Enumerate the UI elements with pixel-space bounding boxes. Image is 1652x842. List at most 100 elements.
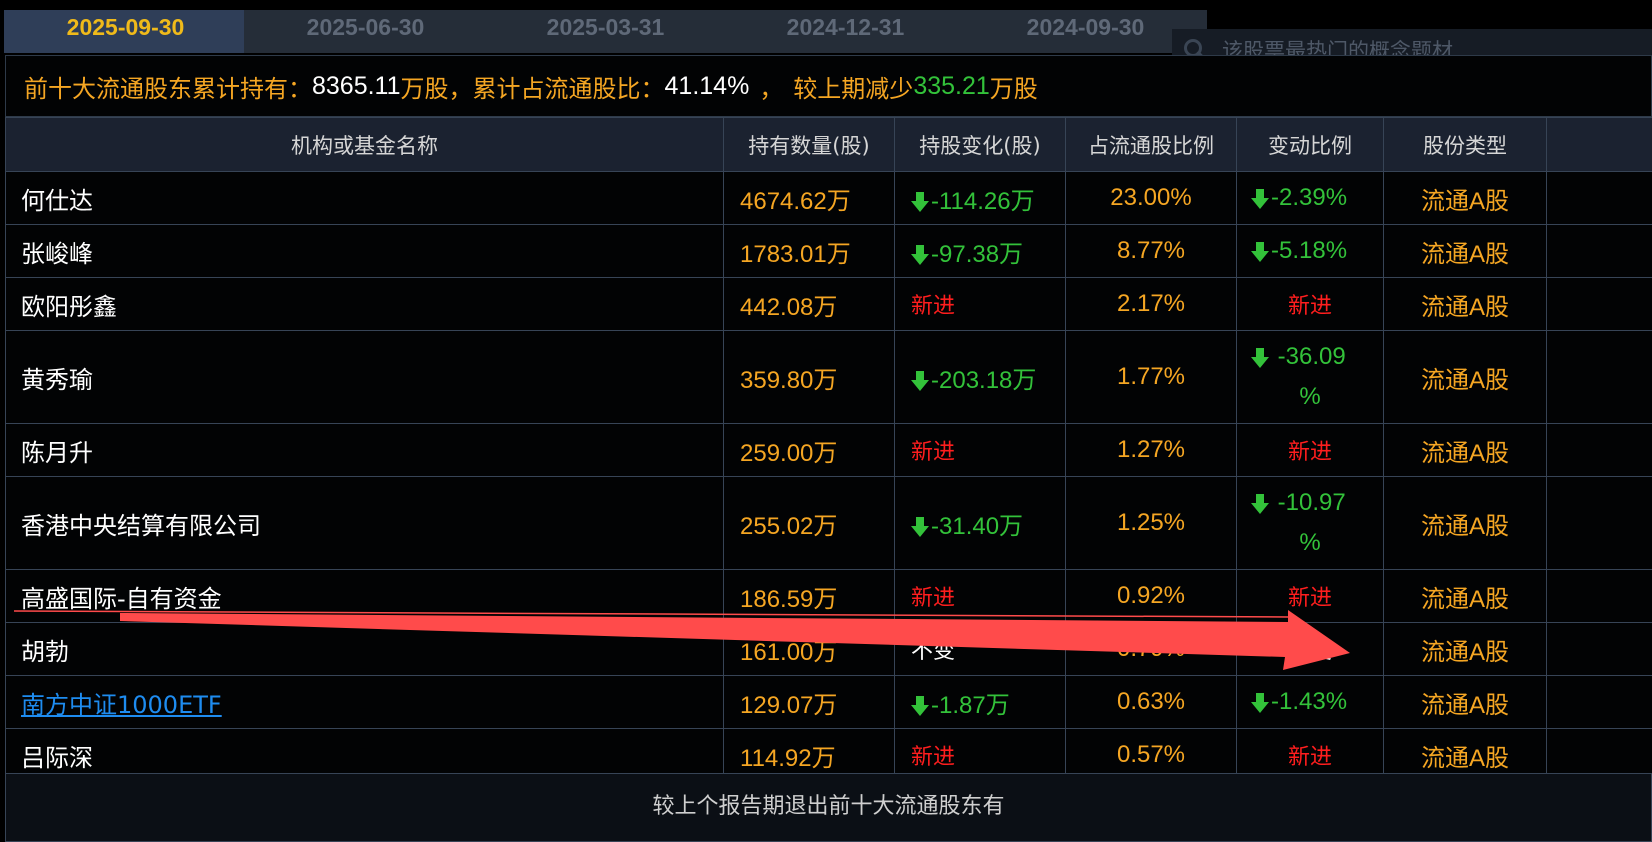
extra-cell [1546,476,1652,570]
holding-quantity: 259.00万 [723,423,895,477]
column-header-extra [1546,117,1652,172]
holder-name-cell[interactable]: 南方中证1000ETF [5,675,724,729]
share-type: 流通A股 [1383,171,1547,225]
change-label: 较上期减少 [793,74,914,103]
tab-2025-09-30[interactable]: 2025-09-30 [4,10,247,53]
holding-change-value: 不变 [911,639,956,664]
down-arrow-icon [1251,688,1271,715]
column-header-share-type: 股份类型 [1383,117,1547,172]
holding-change: -31.40万 [894,476,1066,570]
holding-change-value: -31.40万 [931,512,1024,540]
down-arrow-icon [1251,184,1271,211]
share-type: 流通A股 [1383,476,1547,570]
holder-name-cell: 欧阳彤鑫 [5,277,724,331]
holding-quantity: 161.00万 [723,622,895,676]
float-share-ratio: 1.27% [1065,423,1237,477]
extra-cell [1546,277,1652,331]
holder-name: 香港中央结算有限公司 [21,511,261,540]
holding-change: 不变 [894,622,1066,676]
holder-name-cell: 张峻峰 [5,224,724,278]
holding-change: -1.87万 [894,675,1066,729]
share-type: 流通A股 [1383,423,1547,477]
top-ten-holders-table: 机构或基金名称 持有数量(股) 持股变化(股) 占流通股比例 变动比例 股份类型… [5,117,1652,782]
column-header-quantity: 持有数量(股) [723,117,895,172]
holding-quantity: 4674.62万 [723,171,895,225]
share-type: 流通A股 [1383,330,1547,424]
change-ratio: -2.39% [1236,171,1384,225]
extra-cell [1546,675,1652,729]
holder-name: 何仕达 [21,186,93,215]
holding-quantity: 1783.01万 [723,224,895,278]
holding-change-value: -114.26万 [931,187,1035,215]
holder-name: 张峻峰 [21,239,93,268]
change-ratio-percent-sign: % [1299,529,1321,556]
change-ratio: -10.97% [1236,476,1384,570]
holder-name-link[interactable]: 南方中证1000ETF [21,691,222,719]
holding-change: 新进 [894,569,1066,623]
holder-name: 欧阳彤鑫 [21,292,117,321]
holding-change-value: -1.87万 [931,691,1010,719]
change-ratio: 新进 [1236,423,1384,477]
share-type: 流通A股 [1383,675,1547,729]
holder-name: 胡勃 [21,637,69,666]
column-header-ratio: 占流通股比例 [1065,117,1237,172]
change-ratio: 不变 [1236,622,1384,676]
extra-cell [1546,330,1652,424]
extra-cell [1546,569,1652,623]
change-ratio-value: 不变 [1287,639,1332,664]
holding-change-value: 新进 [911,586,956,611]
tab-2024-12-31[interactable]: 2024-12-31 [724,10,967,53]
float-share-ratio: 0.63% [1065,675,1237,729]
float-share-ratio: 8.77% [1065,224,1237,278]
change-ratio: 新进 [1236,569,1384,623]
change-ratio-value: -2.39% [1271,184,1348,211]
summary-separator: ， [759,74,784,103]
holders-summary: 前十大流通股东累计持有： 8365.11 万股， 累计占流通股比： 41.14%… [5,55,1652,117]
change-ratio-value: 新进 [1287,294,1332,319]
column-header-change-ratio: 变动比例 [1236,117,1384,172]
holder-name-cell: 胡勃 [5,622,724,676]
holding-change-value: 新进 [911,294,956,319]
change-ratio-value: -1.43% [1271,688,1348,715]
share-type: 流通A股 [1383,277,1547,331]
total-holding-value: 8365.11 [312,71,401,100]
table-row: 胡勃 161.00万 不变 0.79% 不变 流通A股 [5,622,1652,676]
holding-change-value: -97.38万 [931,240,1024,268]
holding-change-value: -203.18万 [931,366,1037,394]
tab-2025-03-31[interactable]: 2025-03-31 [484,10,727,53]
holding-quantity: 186.59万 [723,569,895,623]
down-arrow-icon [911,367,931,394]
extra-cell [1546,423,1652,477]
tab-2025-06-30[interactable]: 2025-06-30 [244,10,487,53]
table-row: 欧阳彤鑫 442.08万 新进 2.17% 新进 流通A股 [5,277,1652,331]
holder-name-cell: 黄秀瑜 [5,330,724,424]
down-arrow-icon [911,513,931,540]
total-ratio-value: 41.14% [664,71,750,100]
holder-name: 陈月升 [21,438,93,467]
change-unit: 万股 [989,74,1038,103]
holding-change: 新进 [894,423,1066,477]
down-arrow-icon [1251,237,1271,264]
holding-quantity: 255.02万 [723,476,895,570]
tab-2024-09-30[interactable]: 2024-09-30 [964,10,1207,53]
holder-name-cell: 陈月升 [5,423,724,477]
holding-change: -114.26万 [894,171,1066,225]
holder-name-cell: 香港中央结算有限公司 [5,476,724,570]
table-row: 黄秀瑜 359.80万 -203.18万 1.77% -36.09% 流通A股 [5,330,1652,424]
holding-change-value: 新进 [911,440,956,465]
holding-quantity: 442.08万 [723,277,895,331]
float-share-ratio: 0.92% [1065,569,1237,623]
down-arrow-icon [911,692,931,719]
table-row: 南方中证1000ETF 129.07万 -1.87万 0.63% -1.43% 流通A股 [5,675,1652,729]
down-arrow-icon [911,241,931,268]
table-row: 何仕达 4674.62万 -114.26万 23.00% -2.39% 流通A股 [5,171,1652,225]
total-holding-unit: 万股， [400,74,473,103]
float-share-ratio: 23.00% [1065,171,1237,225]
float-share-ratio: 2.17% [1065,277,1237,331]
share-type: 流通A股 [1383,569,1547,623]
holding-quantity: 129.07万 [723,675,895,729]
change-ratio-value: 新进 [1287,586,1332,611]
holder-name: 高盛国际-自有资金 [21,584,222,613]
exited-holders-footer: 较上个报告期退出前十大流通股东有 [5,773,1652,842]
float-share-ratio: 0.79% [1065,622,1237,676]
